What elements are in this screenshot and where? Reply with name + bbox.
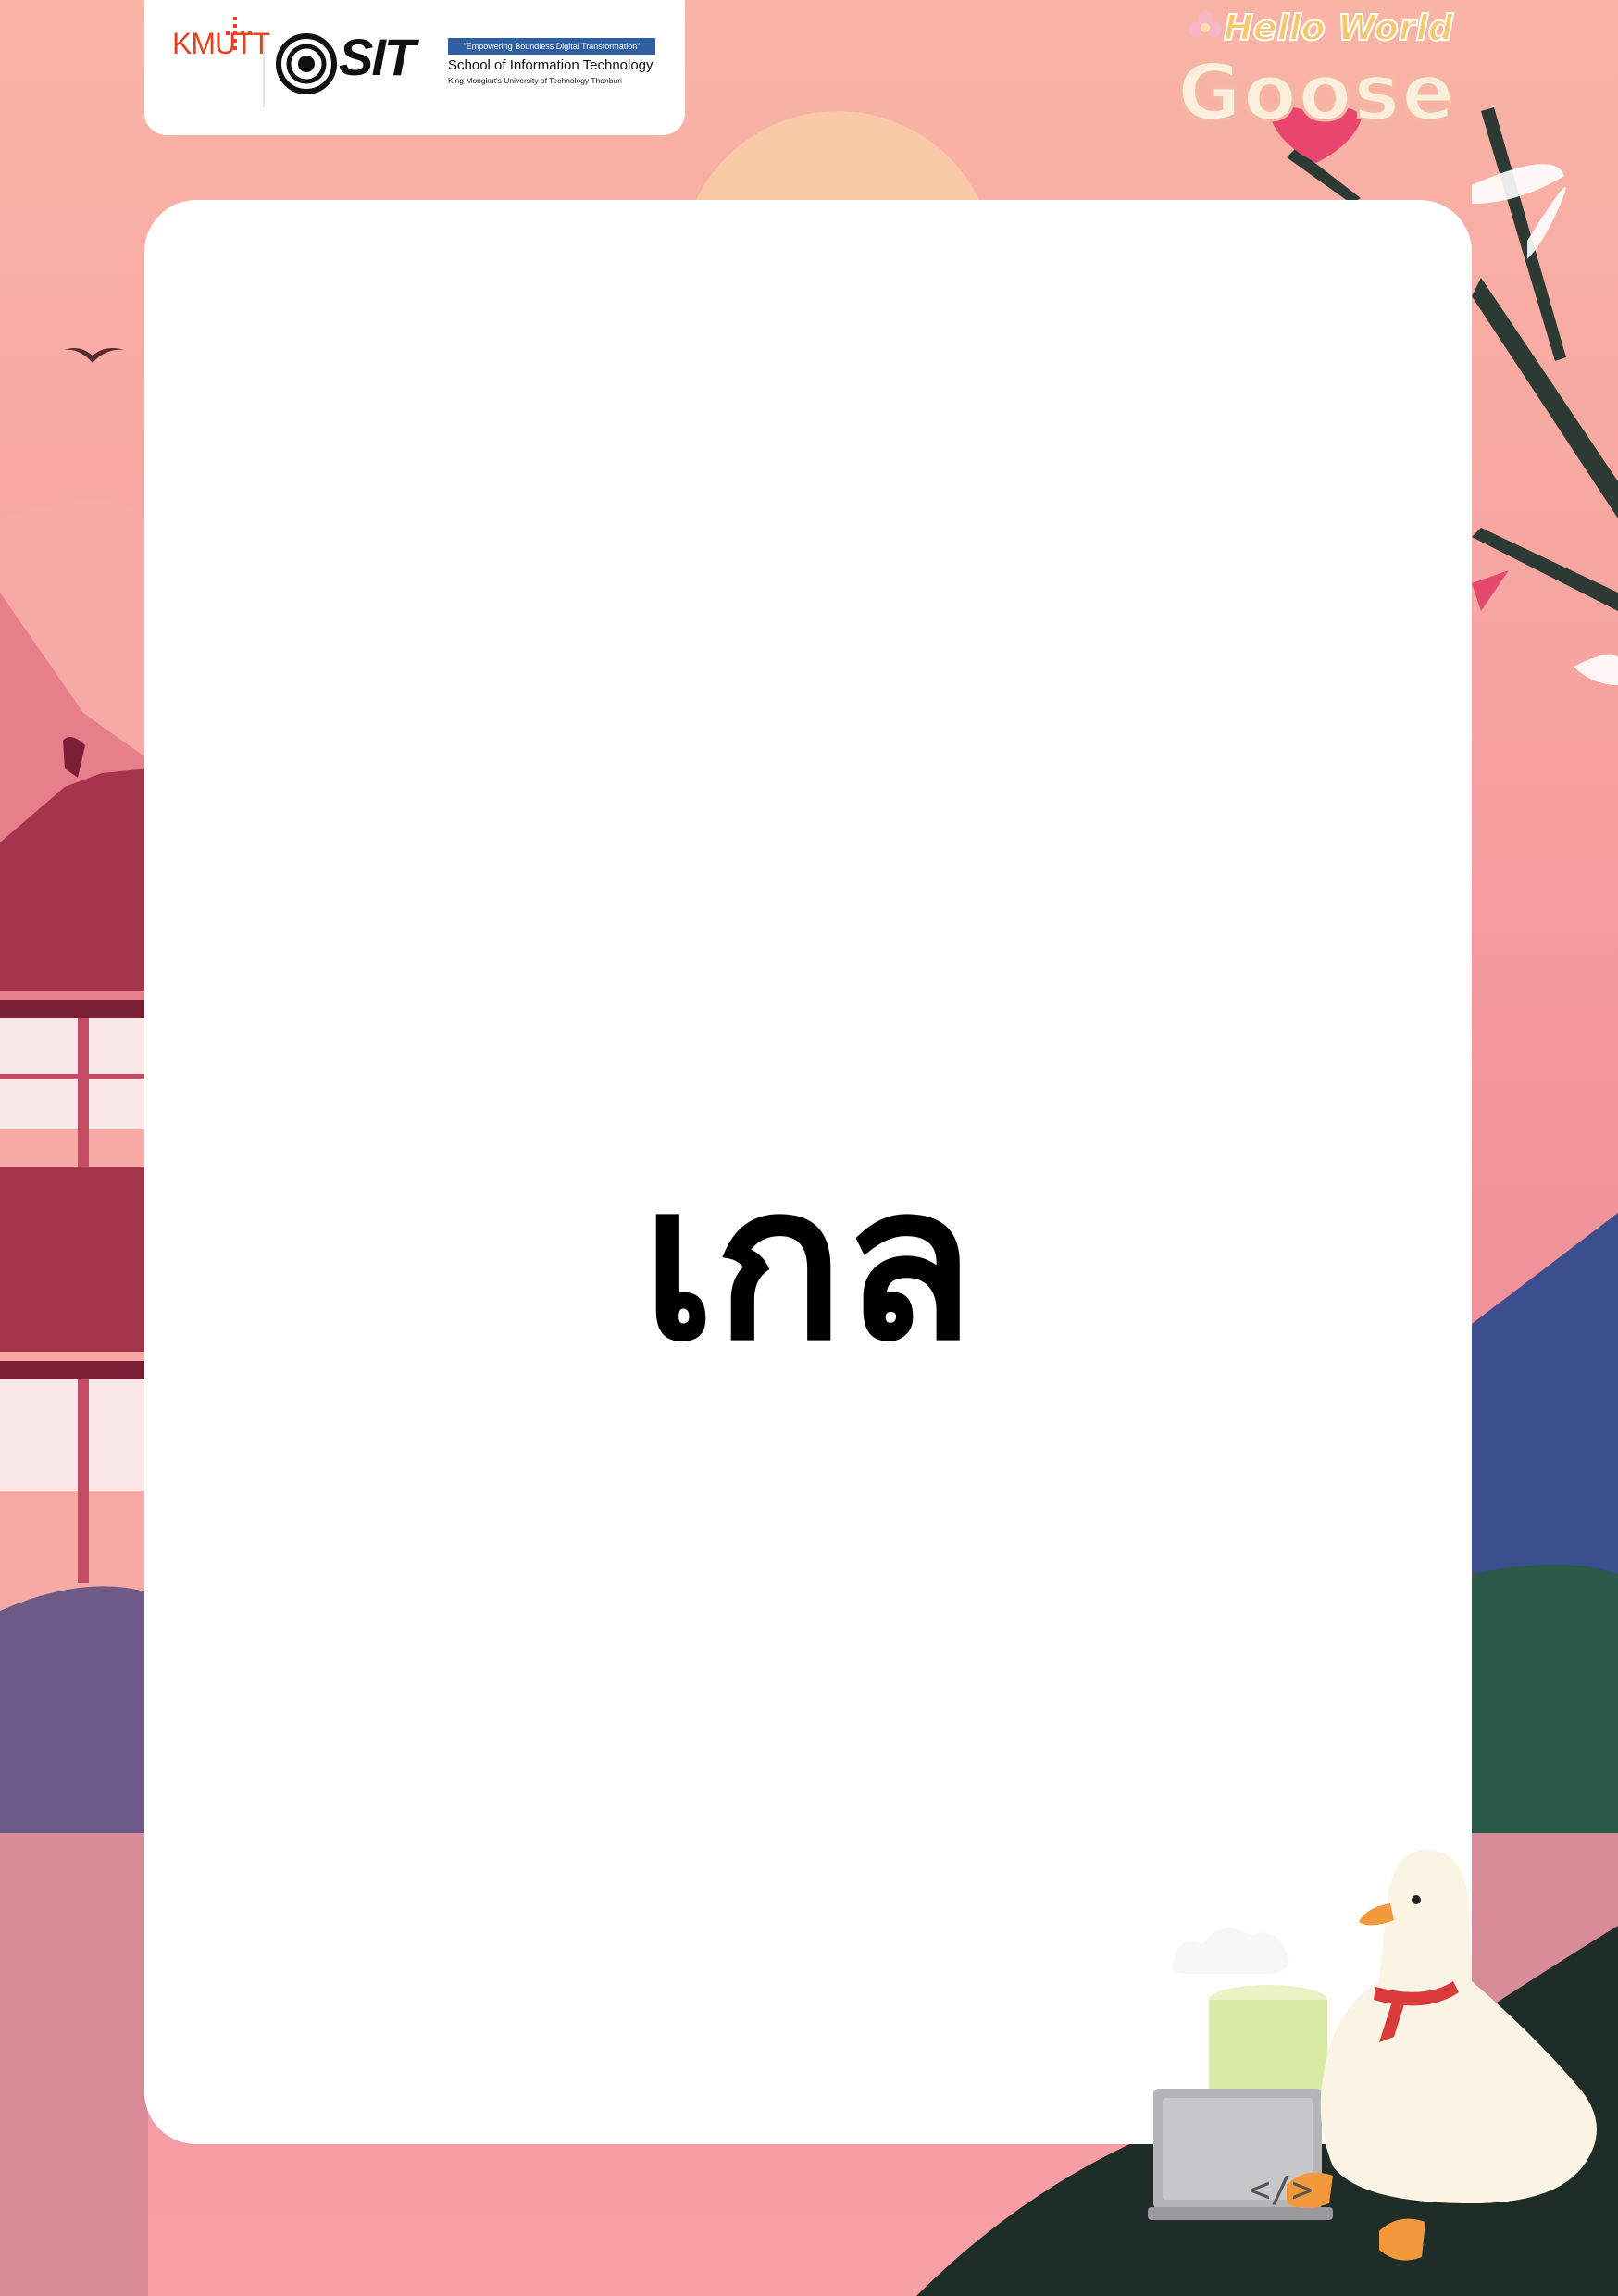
kmutt-cross-icon — [226, 17, 252, 50]
sit-school-name: School of Information Technology — [448, 57, 653, 73]
bird-illustration — [65, 348, 124, 363]
goose-illustration: </> — [1148, 1796, 1618, 2296]
left-purple-hill — [0, 1586, 148, 1852]
sit-wordmark: SIT — [339, 28, 416, 86]
event-logo-line1: Hello World — [1223, 6, 1454, 49]
logo-divider — [263, 35, 265, 107]
sit-swirl-icon — [276, 33, 337, 94]
event-logo-line2: Goose — [1176, 46, 1457, 140]
flower-icon — [1189, 11, 1222, 37]
laptop-code-icon: </> — [1249, 2169, 1313, 2210]
logo-card: KMUTT SIT "Empowering Boundless Digital … — [144, 0, 685, 135]
left-water — [0, 1833, 148, 2296]
sit-tagline: "Empowering Boundless Digital Transforma… — [448, 38, 655, 55]
card-word: เกล — [641, 1141, 975, 1388]
event-logo: Hello World Goose — [1168, 6, 1483, 163]
sit-university-name: King Mongkut's University of Technology … — [448, 76, 622, 85]
